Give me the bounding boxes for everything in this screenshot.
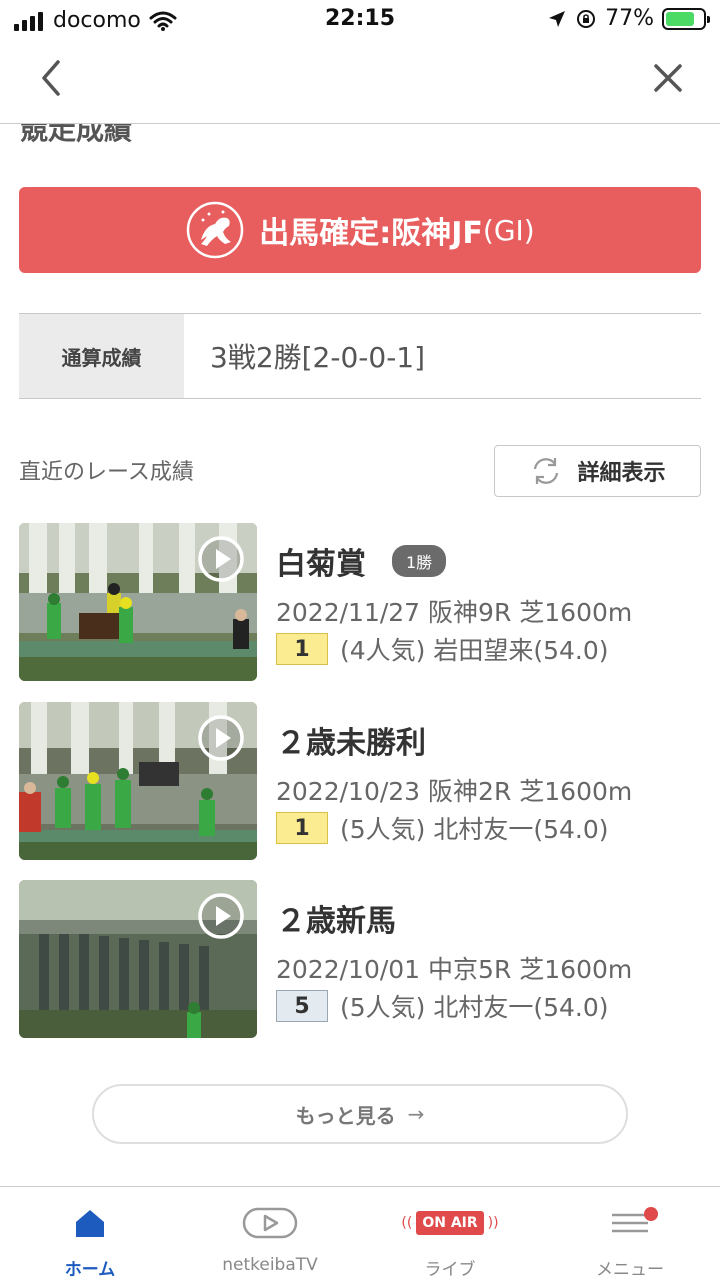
race-info: 2022/11/27 阪神9R 芝1600m — [276, 598, 633, 627]
tab-label: ライブ — [424, 1260, 476, 1280]
horse-emblem-icon — [187, 201, 244, 259]
race-result-text: (5人気) 北村友一(54.0) — [340, 815, 609, 844]
play-icon[interactable] — [197, 892, 245, 940]
race-result: 1 (5人気) 北村友一(54.0) — [276, 810, 609, 846]
tab-label: メニュー — [596, 1260, 664, 1280]
detail-view-button[interactable]: 詳細表示 — [494, 445, 701, 497]
tab-netkeibatv[interactable]: netkeibaTV — [180, 1187, 360, 1280]
arrow-right-icon: → — [407, 1102, 425, 1126]
race-name: 白菊賞 — [276, 547, 366, 582]
entry-confirmed-banner[interactable]: 出馬確定:阪神JF (GI) — [19, 187, 701, 273]
orientation-lock-icon — [577, 9, 596, 28]
race-result-text: (5人気) 北村友一(54.0) — [340, 993, 609, 1022]
location-arrow-icon — [549, 10, 566, 27]
back-chevron-icon[interactable] — [30, 56, 74, 100]
home-icon — [76, 1210, 104, 1237]
entry-banner-text: 出馬確定:阪神JF — [259, 216, 483, 251]
race-result: 5 (5人気) 北村友一(54.0) — [276, 988, 609, 1024]
on-air-icon: (( ON AIR )) — [397, 1205, 502, 1241]
race-name: ２歳新馬 — [276, 904, 396, 939]
race-class-badge: 1勝 — [392, 545, 447, 577]
race-name: ２歳未勝利 — [276, 726, 426, 761]
race-video-thumbnail[interactable] — [19, 523, 257, 681]
race-item[interactable]: ２歳新馬 2022/10/01 中京5R 芝1600m 5 (5人気) 北村友一… — [19, 880, 701, 1038]
show-more-button[interactable]: もっと見る → — [92, 1084, 628, 1144]
total-record-row: 通算成績 3戦2勝[2-0-0-1] — [19, 313, 701, 399]
navigation-bar — [0, 40, 720, 124]
battery-percent: 77% — [605, 6, 654, 31]
battery-icon — [662, 7, 710, 30]
tab-live[interactable]: (( ON AIR )) ライブ — [360, 1187, 540, 1280]
finish-rank-badge: 1 — [276, 812, 328, 844]
close-icon[interactable] — [646, 56, 690, 100]
race-info: 2022/10/23 阪神2R 芝1600m — [276, 777, 633, 806]
race-name-row: 白菊賞 1勝 — [276, 539, 447, 583]
total-record-label: 通算成績 — [19, 314, 184, 398]
recent-races-title: 直近のレース成績 — [19, 460, 194, 485]
total-record-value: 3戦2勝[2-0-0-1] — [210, 341, 426, 374]
race-result: 1 (4人気) 岩田望来(54.0) — [276, 631, 609, 667]
race-result-text: (4人気) 岩田望来(54.0) — [340, 636, 609, 665]
notification-dot — [644, 1207, 658, 1221]
status-right: 77% — [547, 6, 710, 31]
race-info: 2022/10/01 中京5R 芝1600m — [276, 955, 633, 984]
show-more-label: もっと見る — [295, 1103, 396, 1128]
finish-rank-badge: 1 — [276, 633, 328, 665]
bottom-tab-bar: ホーム netkeibaTV (( ON AIR )) ライブ メニュー — [0, 1186, 720, 1280]
tab-label: ホーム — [64, 1260, 116, 1280]
refresh-icon — [534, 458, 559, 484]
race-item[interactable]: ２歳未勝利 2022/10/23 阪神2R 芝1600m 1 (5人気) 北村友… — [19, 702, 701, 860]
on-air-badge: ON AIR — [416, 1211, 484, 1235]
race-name-row: ２歳新馬 — [276, 896, 396, 940]
race-video-thumbnail[interactable] — [19, 702, 257, 860]
status-bar: docomo 22:15 77% — [0, 0, 720, 40]
race-item[interactable]: 白菊賞 1勝 2022/11/27 阪神9R 芝1600m 1 (4人気) 岩田… — [19, 523, 701, 681]
race-video-thumbnail[interactable] — [19, 880, 257, 1038]
tab-home[interactable]: ホーム — [0, 1187, 180, 1280]
play-icon[interactable] — [197, 535, 245, 583]
detail-view-label: 詳細表示 — [577, 461, 666, 486]
tv-play-icon — [242, 1207, 298, 1239]
tab-label: netkeibaTV — [222, 1255, 318, 1275]
entry-banner-grade: (GI) — [482, 213, 535, 247]
play-icon[interactable] — [197, 714, 245, 762]
tab-menu[interactable]: メニュー — [540, 1187, 720, 1280]
race-name-row: ２歳未勝利 — [276, 718, 426, 762]
finish-rank-badge: 5 — [276, 990, 328, 1022]
